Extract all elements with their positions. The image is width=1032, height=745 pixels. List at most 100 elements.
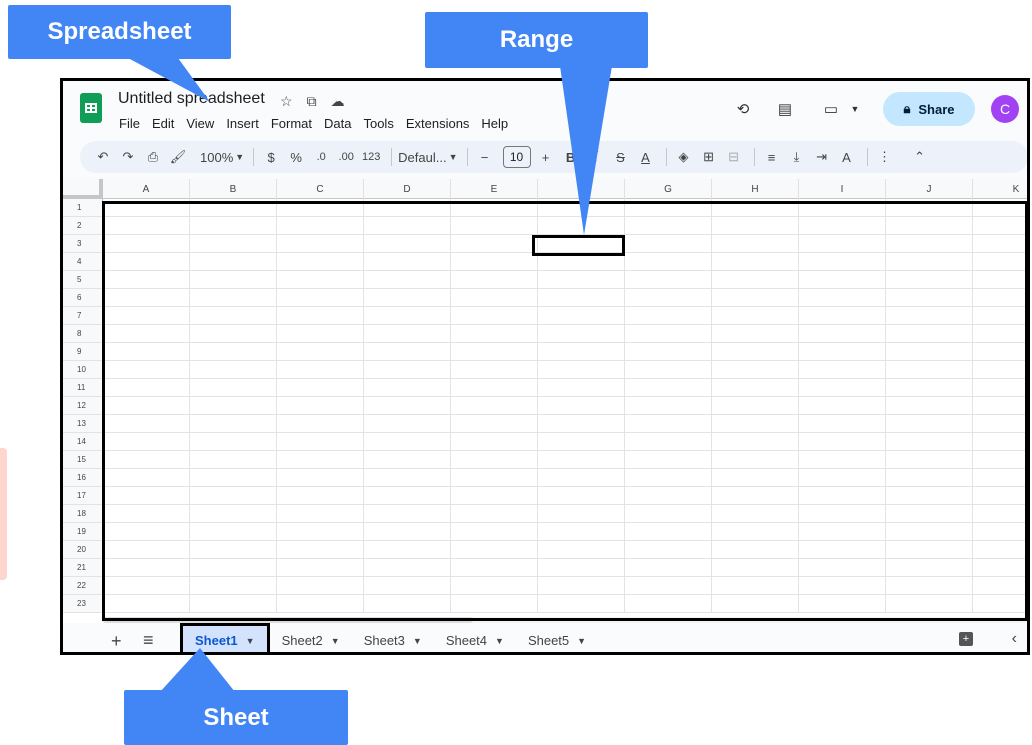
column-header-g[interactable]: G (625, 179, 712, 199)
row-header[interactable]: 11 (63, 379, 103, 396)
title-bar: Untitled spreadsheet ☆ ⧉ ☁ File Edit Vie… (63, 81, 1027, 138)
menu-edit[interactable]: Edit (151, 115, 175, 132)
undo-icon[interactable]: ↶ (92, 145, 114, 169)
row-header[interactable]: 22 (63, 577, 103, 594)
document-title[interactable]: Untitled spreadsheet (118, 90, 265, 108)
percent-format-button[interactable]: % (285, 145, 307, 169)
share-label: Share (918, 101, 955, 117)
menu-data[interactable]: Data (323, 115, 352, 132)
row-header[interactable]: 17 (63, 487, 103, 504)
vertical-align-icon[interactable]: ⤓ (786, 145, 808, 169)
chevron-down-icon: ▼ (235, 152, 245, 162)
font-select[interactable]: Defaul... ▼ (398, 145, 457, 169)
avatar[interactable]: C (991, 95, 1019, 123)
callout-spreadsheet: Spreadsheet (8, 5, 231, 59)
collapse-toolbar-icon[interactable]: ⌃ (909, 145, 931, 169)
borders-icon[interactable]: ⊞ (698, 145, 720, 169)
column-header-e[interactable]: E (451, 179, 538, 199)
menu-tools[interactable]: Tools (362, 115, 394, 132)
chevron-down-icon[interactable]: ▼ (845, 99, 865, 119)
column-header-a[interactable]: A (103, 179, 190, 199)
column-header-k[interactable]: K (973, 179, 1027, 199)
font-size-input[interactable]: 10 (502, 146, 531, 168)
column-header-d[interactable]: D (364, 179, 451, 199)
row-header[interactable]: 19 (63, 523, 103, 540)
row-header[interactable]: 2 (63, 217, 103, 234)
cloud-status-icon[interactable]: ☁ (331, 93, 345, 110)
menu-format[interactable]: Format (270, 115, 313, 132)
text-wrapping-icon[interactable]: ⇥ (811, 145, 833, 169)
cell-highlight-f3[interactable] (532, 235, 625, 256)
paint-format-icon[interactable]: 🖌︎ (167, 145, 189, 169)
row-header[interactable]: 23 (63, 595, 103, 612)
column-header-j[interactable]: J (886, 179, 973, 199)
row-header[interactable]: 4 (63, 253, 103, 270)
explore-icon[interactable]: + (959, 632, 973, 646)
column-header-c[interactable]: C (277, 179, 364, 199)
add-sheet-button[interactable]: + (111, 631, 122, 652)
sheet-tab-1[interactable]: Sheet1 ▼ (180, 623, 270, 652)
sheet-tab-4[interactable]: Sheet4 ▼ (434, 623, 516, 652)
row-header[interactable]: 7 (63, 307, 103, 324)
select-all-corner[interactable] (63, 179, 103, 199)
strikethrough-icon[interactable]: S (610, 145, 632, 169)
row-header[interactable]: 10 (63, 361, 103, 378)
text-rotation-icon[interactable]: A (836, 145, 858, 169)
divider (466, 148, 468, 166)
chevron-down-icon: ▼ (577, 635, 587, 646)
row-header[interactable]: 21 (63, 559, 103, 576)
menu-insert[interactable]: Insert (225, 115, 260, 132)
column-header-b[interactable]: B (190, 179, 277, 199)
row-header[interactable]: 16 (63, 469, 103, 486)
sheet-tab-3[interactable]: Sheet3 ▼ (352, 623, 434, 652)
row-header[interactable]: 8 (63, 325, 103, 342)
meet-icon[interactable]: ▭ (821, 99, 841, 119)
star-icon[interactable]: ☆ (280, 93, 293, 110)
more-options-icon[interactable]: ⋮ (874, 145, 896, 169)
sheet-tab-5[interactable]: Sheet5 ▼ (516, 623, 598, 652)
menu-help[interactable]: Help (480, 115, 509, 132)
italic-button[interactable]: I (585, 145, 607, 169)
bold-button[interactable]: B (560, 145, 582, 169)
row-header[interactable]: 3 (63, 235, 103, 252)
range-highlight (102, 201, 1027, 621)
font-size-decrease-button[interactable]: − (474, 145, 496, 169)
redo-icon[interactable]: ↷ (117, 145, 139, 169)
increase-decimal-button[interactable]: .00 (335, 145, 357, 169)
fill-color-icon[interactable]: ◈ (673, 145, 695, 169)
text-color-icon[interactable]: A (635, 145, 657, 169)
row-header[interactable]: 9 (63, 343, 103, 360)
merge-cells-icon[interactable]: ⊟ (723, 145, 745, 169)
row-header[interactable]: 6 (63, 289, 103, 306)
number-format-button[interactable]: 123 (360, 145, 382, 169)
row-header[interactable]: 15 (63, 451, 103, 468)
share-button[interactable]: 🔒︎ Share (883, 92, 975, 126)
column-header-f[interactable]: F (538, 179, 625, 199)
move-folder-icon[interactable]: ⧉ (307, 93, 317, 110)
collapse-side-panel-icon[interactable]: ‹ (1012, 630, 1017, 648)
menu-extensions[interactable]: Extensions (405, 115, 471, 132)
column-header-i[interactable]: I (799, 179, 886, 199)
font-size-increase-button[interactable]: + (535, 145, 557, 169)
all-sheets-menu-icon[interactable]: ≡ (143, 630, 154, 651)
row-header[interactable]: 13 (63, 415, 103, 432)
version-history-icon[interactable]: ⟲ (733, 99, 753, 119)
row-header[interactable]: 1 (63, 199, 103, 216)
row-header[interactable]: 14 (63, 433, 103, 450)
print-icon[interactable]: ⎙ (142, 145, 164, 169)
zoom-select[interactable]: 100% ▼ (200, 145, 244, 169)
divider (391, 148, 393, 166)
menu-file[interactable]: File (118, 115, 141, 132)
horizontal-align-icon[interactable]: ≡ (761, 145, 783, 169)
menu-view[interactable]: View (185, 115, 215, 132)
currency-format-button[interactable]: $ (260, 145, 282, 169)
comments-icon[interactable]: ▤ (775, 99, 795, 119)
decrease-decimal-button[interactable]: .0 (310, 145, 332, 169)
row-header[interactable]: 12 (63, 397, 103, 414)
row-header[interactable]: 5 (63, 271, 103, 288)
sheet-tab-2[interactable]: Sheet2 ▼ (270, 623, 352, 652)
column-header-h[interactable]: H (712, 179, 799, 199)
row-header[interactable]: 20 (63, 541, 103, 558)
row-header[interactable]: 18 (63, 505, 103, 522)
sheets-logo-icon[interactable] (80, 93, 102, 123)
